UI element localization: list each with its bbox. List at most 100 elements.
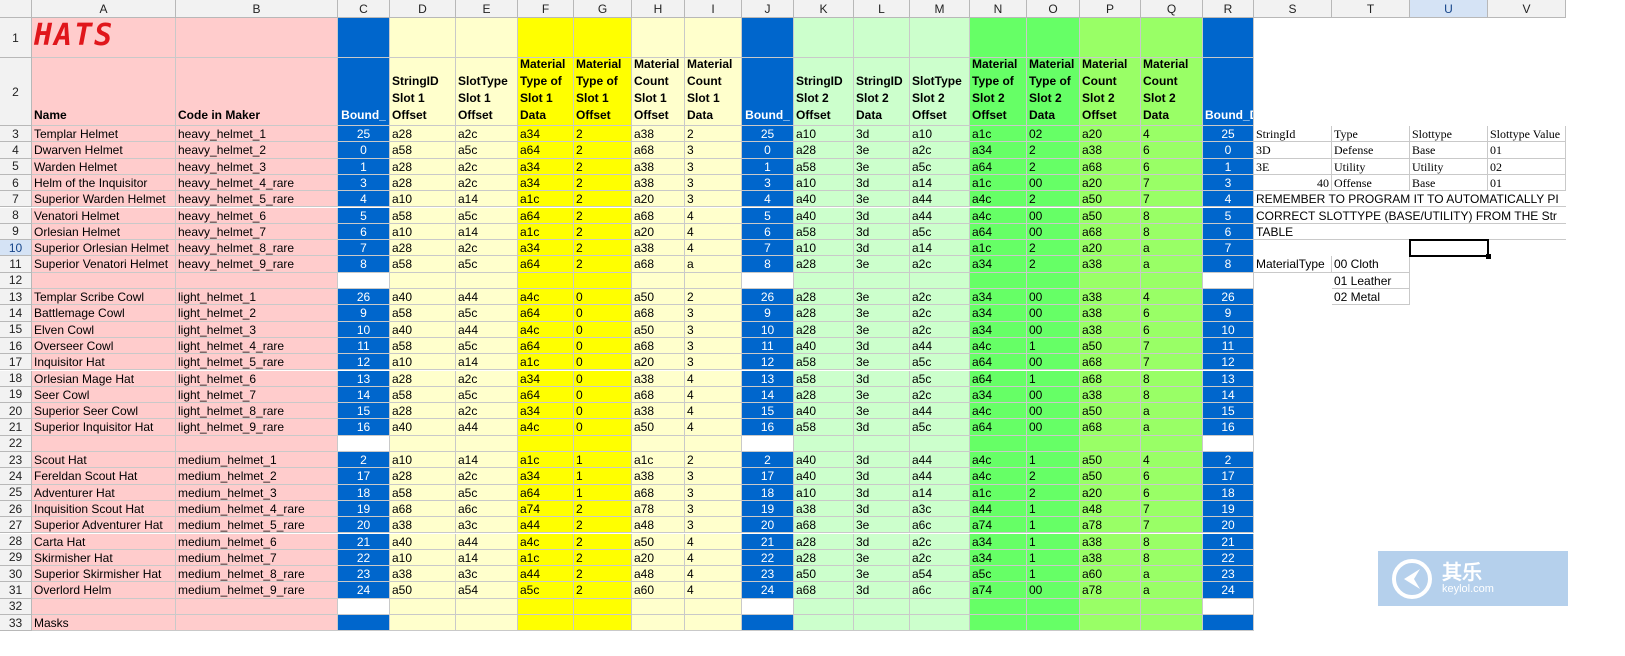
row-header-23[interactable]: 23: [0, 452, 32, 469]
row-header-13[interactable]: 13: [0, 289, 32, 306]
data-cell[interactable]: a38: [632, 158, 685, 175]
data-cell[interactable]: 19: [1203, 500, 1254, 518]
column-header-b[interactable]: B: [176, 0, 338, 18]
data-cell[interactable]: a20: [1080, 174, 1141, 192]
data-cell[interactable]: 0: [574, 337, 632, 355]
data-cell[interactable]: a5c: [456, 256, 518, 273]
maker-code-cell[interactable]: medium_helmet_2: [176, 468, 338, 485]
header-cell-k[interactable]: StringID Slot 2 Offset: [794, 58, 854, 126]
maker-code-cell[interactable]: medium_helmet_9_rare: [176, 582, 338, 599]
empty-cell[interactable]: [456, 598, 518, 615]
data-cell[interactable]: 1: [1027, 566, 1080, 583]
data-cell[interactable]: a4c: [970, 452, 1027, 469]
data-cell[interactable]: a68: [1080, 223, 1141, 241]
data-cell[interactable]: a20: [1080, 240, 1141, 257]
item-name-cell[interactable]: Orlesian Helmet: [32, 223, 176, 241]
data-cell[interactable]: 3d: [854, 240, 910, 257]
data-cell[interactable]: a: [685, 256, 742, 273]
data-cell[interactable]: a44: [456, 321, 518, 338]
data-cell[interactable]: 00: [1027, 305, 1080, 322]
data-cell[interactable]: a40: [794, 207, 854, 224]
data-cell[interactable]: a: [1141, 566, 1203, 583]
data-cell[interactable]: 3d: [854, 223, 910, 241]
data-cell[interactable]: a2c: [456, 174, 518, 192]
empty-cell[interactable]: [1141, 18, 1203, 58]
data-cell[interactable]: a34: [970, 305, 1027, 322]
data-cell[interactable]: 3: [685, 354, 742, 371]
row-header-32[interactable]: 32: [0, 598, 32, 615]
empty-cell[interactable]: [32, 272, 176, 289]
column-header-e[interactable]: E: [456, 0, 518, 18]
row-header-8[interactable]: 8: [0, 207, 32, 224]
empty-cell[interactable]: [1027, 435, 1080, 452]
data-cell[interactable]: 4: [685, 549, 742, 567]
maker-code-cell[interactable]: heavy_helmet_2: [176, 142, 338, 159]
column-header-g[interactable]: G: [574, 0, 632, 18]
data-cell[interactable]: a50: [632, 419, 685, 436]
data-cell[interactable]: a40: [390, 321, 456, 338]
row-header-31[interactable]: 31: [0, 582, 32, 599]
data-cell[interactable]: a40: [390, 289, 456, 306]
row-header-2[interactable]: 2: [0, 58, 32, 126]
data-cell[interactable]: 2: [1027, 158, 1080, 175]
empty-cell[interactable]: [338, 272, 390, 289]
data-cell[interactable]: a74: [970, 582, 1027, 599]
data-cell[interactable]: 6: [1141, 305, 1203, 322]
data-cell[interactable]: 1: [1027, 500, 1080, 518]
data-cell[interactable]: a2c: [456, 403, 518, 420]
data-cell[interactable]: 2: [574, 256, 632, 273]
data-cell[interactable]: 0: [574, 289, 632, 306]
data-cell[interactable]: a28: [794, 256, 854, 273]
data-cell[interactable]: a: [1141, 582, 1203, 599]
data-cell[interactable]: a14: [910, 484, 970, 501]
data-cell[interactable]: 26: [338, 289, 390, 306]
data-cell[interactable]: a34: [518, 370, 574, 387]
empty-cell[interactable]: [742, 18, 794, 58]
data-cell[interactable]: a14: [456, 452, 518, 469]
data-cell[interactable]: a34: [518, 158, 574, 175]
data-cell[interactable]: 23: [742, 566, 794, 583]
data-cell[interactable]: 6: [1141, 158, 1203, 175]
data-cell[interactable]: a34: [970, 533, 1027, 550]
empty-cell[interactable]: [518, 272, 574, 289]
data-cell[interactable]: a4c: [970, 191, 1027, 208]
empty-cell[interactable]: [1141, 435, 1203, 452]
empty-cell[interactable]: [632, 272, 685, 289]
maker-code-cell[interactable]: heavy_helmet_9_rare: [176, 256, 338, 273]
data-cell[interactable]: a4c: [970, 337, 1027, 355]
empty-cell[interactable]: [574, 272, 632, 289]
data-cell[interactable]: a64: [518, 207, 574, 224]
row-header-18[interactable]: 18: [0, 370, 32, 387]
data-cell[interactable]: 9: [338, 305, 390, 322]
data-cell[interactable]: a64: [518, 142, 574, 159]
data-cell[interactable]: 2: [1027, 484, 1080, 501]
note-line[interactable]: REMEMBER TO PROGRAM IT TO AUTOMATICALLY …: [1254, 191, 1566, 208]
data-cell[interactable]: 24: [1203, 582, 1254, 599]
data-cell[interactable]: a64: [970, 370, 1027, 387]
empty-cell[interactable]: [390, 272, 456, 289]
empty-cell[interactable]: [1203, 272, 1254, 289]
data-cell[interactable]: a64: [970, 419, 1027, 436]
data-cell[interactable]: a38: [794, 500, 854, 518]
empty-cell[interactable]: [742, 598, 794, 615]
data-cell[interactable]: 1: [1027, 549, 1080, 567]
data-cell[interactable]: a38: [632, 403, 685, 420]
side-table-header[interactable]: StringId: [1254, 126, 1332, 143]
data-cell[interactable]: 8: [1141, 549, 1203, 567]
data-cell[interactable]: 21: [742, 533, 794, 550]
data-cell[interactable]: a68: [1080, 419, 1141, 436]
column-header-f[interactable]: F: [518, 0, 574, 18]
data-cell[interactable]: 2: [574, 582, 632, 599]
data-cell[interactable]: a10: [794, 484, 854, 501]
empty-cell[interactable]: [742, 435, 794, 452]
data-cell[interactable]: a64: [970, 158, 1027, 175]
row-header-25[interactable]: 25: [0, 484, 32, 501]
empty-cell[interactable]: [1203, 615, 1254, 632]
item-name-cell[interactable]: Overlord Helm: [32, 582, 176, 599]
data-cell[interactable]: a64: [518, 337, 574, 355]
data-cell[interactable]: 15: [338, 403, 390, 420]
data-cell[interactable]: a: [1141, 240, 1203, 257]
data-cell[interactable]: 6: [1141, 321, 1203, 338]
row-header-11[interactable]: 11: [0, 256, 32, 273]
column-header-k[interactable]: K: [794, 0, 854, 18]
